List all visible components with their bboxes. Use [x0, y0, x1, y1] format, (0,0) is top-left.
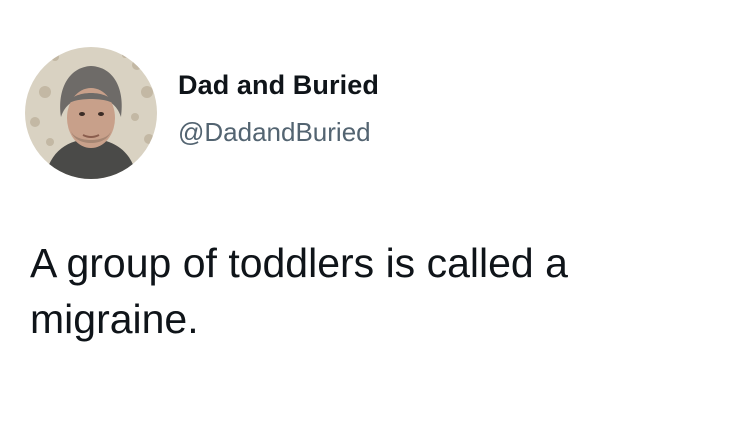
author-avatar[interactable] [25, 47, 157, 179]
tweet-text: A group of toddlers is called a migraine… [30, 240, 568, 342]
author-handle[interactable]: @DadandBuried [178, 117, 371, 148]
tweet-card: Dad and Buried @DadandBuried A group of … [0, 0, 750, 433]
author-display-name[interactable]: Dad and Buried [178, 70, 379, 101]
profile-photo-icon [25, 47, 157, 179]
